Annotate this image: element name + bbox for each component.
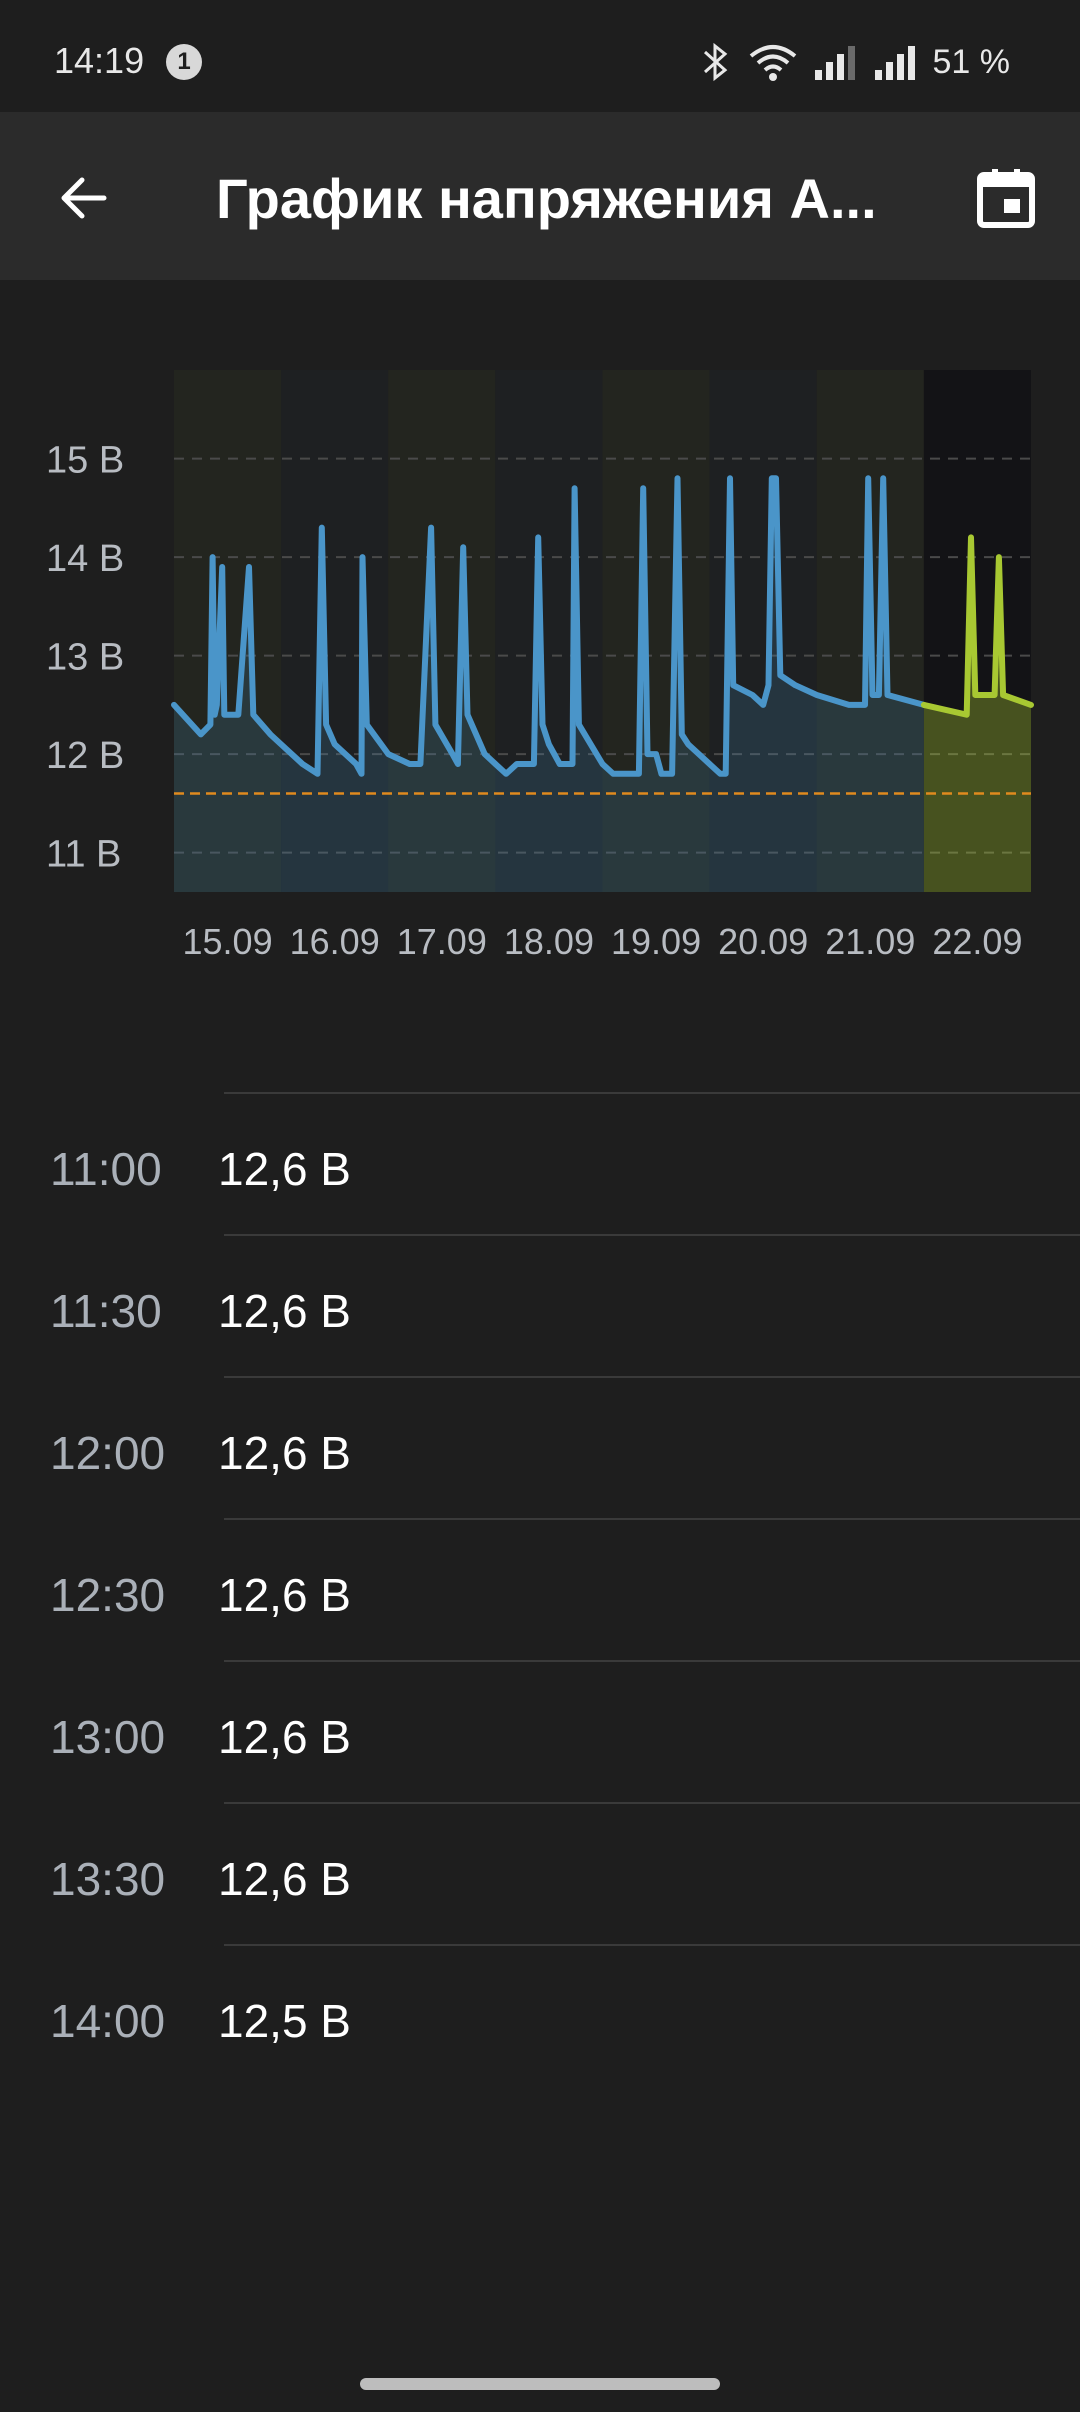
chart-svg: 15 В 14 В 13 В 12 В 11 В 15.09 16.09 17.09 18.09… [46, 370, 1034, 962]
x-tick-label: 19.09 [611, 921, 701, 962]
row-time: 12:30 [50, 1569, 166, 1621]
arrow-back-icon [61, 177, 107, 219]
list-item[interactable]: 12:00 12,6 В [50, 1376, 1080, 1518]
row-time: 13:30 [50, 1853, 166, 1905]
app-bar: График напряжения А... [0, 112, 1080, 280]
signal-icon [814, 46, 855, 80]
row-value: 12,5 В [218, 1995, 351, 2047]
row-value: 12,6 В [218, 1427, 351, 1479]
notification-badge: 1 [166, 44, 202, 80]
battery-level: 51 % [932, 42, 1011, 81]
list-item[interactable]: 12:30 12,6 В [50, 1518, 1080, 1660]
row-value: 12,6 В [218, 1711, 351, 1763]
row-time: 13:00 [50, 1711, 166, 1763]
voltage-chart[interactable]: 15 В 14 В 13 В 12 В 11 В 15.09 16.09 17.09 18.09… [0, 300, 1080, 1000]
row-time: 14:00 [50, 1995, 166, 2047]
y-tick-label: 13 В [46, 637, 124, 679]
row-value: 12,6 В [218, 1853, 351, 1905]
row-value: 12,6 В [218, 1569, 351, 1621]
row-time: 11:30 [50, 1285, 162, 1337]
readings-list: 11:00 12,6 В 11:30 12,6 В 12:00 12,6 В 12:30 12… [0, 1092, 1080, 2086]
row-time: 12:00 [50, 1427, 166, 1479]
home-indicator[interactable] [360, 2378, 720, 2390]
list-item[interactable]: 11:00 12,6 В [50, 1092, 1080, 1234]
x-tick-label: 15.09 [183, 921, 273, 962]
row-time: 11:00 [50, 1143, 162, 1195]
y-tick-label: 11 В [46, 834, 121, 876]
signal-icon [874, 46, 915, 80]
status-icons: 51 % [699, 38, 1011, 86]
y-tick-label: 12 В [46, 735, 124, 777]
x-tick-label: 18.09 [504, 921, 594, 962]
x-tick-label: 16.09 [290, 921, 380, 962]
list-item[interactable]: 13:00 12,6 В [50, 1660, 1080, 1802]
wifi-icon [749, 45, 796, 81]
y-tick-label: 14 В [46, 538, 124, 580]
x-tick-label: 22.09 [932, 921, 1022, 962]
row-value: 12,6 В [218, 1285, 351, 1337]
calendar-icon [977, 169, 1035, 228]
x-tick-label: 21.09 [825, 921, 915, 962]
calendar-button[interactable] [962, 154, 1050, 242]
x-tick-label: 17.09 [397, 921, 487, 962]
y-tick-label: 15 В [46, 440, 124, 482]
bluetooth-icon [703, 42, 727, 82]
list-item[interactable]: 14:00 12,5 В [50, 1944, 1080, 2086]
list-item[interactable]: 11:30 12,6 В [50, 1234, 1080, 1376]
list-item[interactable]: 13:30 12,6 В [50, 1802, 1080, 1944]
status-time: 14:19 [54, 40, 145, 81]
page-title: График напряжения А... [216, 167, 877, 230]
row-value: 12,6 В [218, 1143, 351, 1195]
status-bar: 14:19 1 51 % [0, 0, 1080, 112]
x-tick-label: 20.09 [718, 921, 808, 962]
back-button[interactable] [40, 154, 128, 242]
